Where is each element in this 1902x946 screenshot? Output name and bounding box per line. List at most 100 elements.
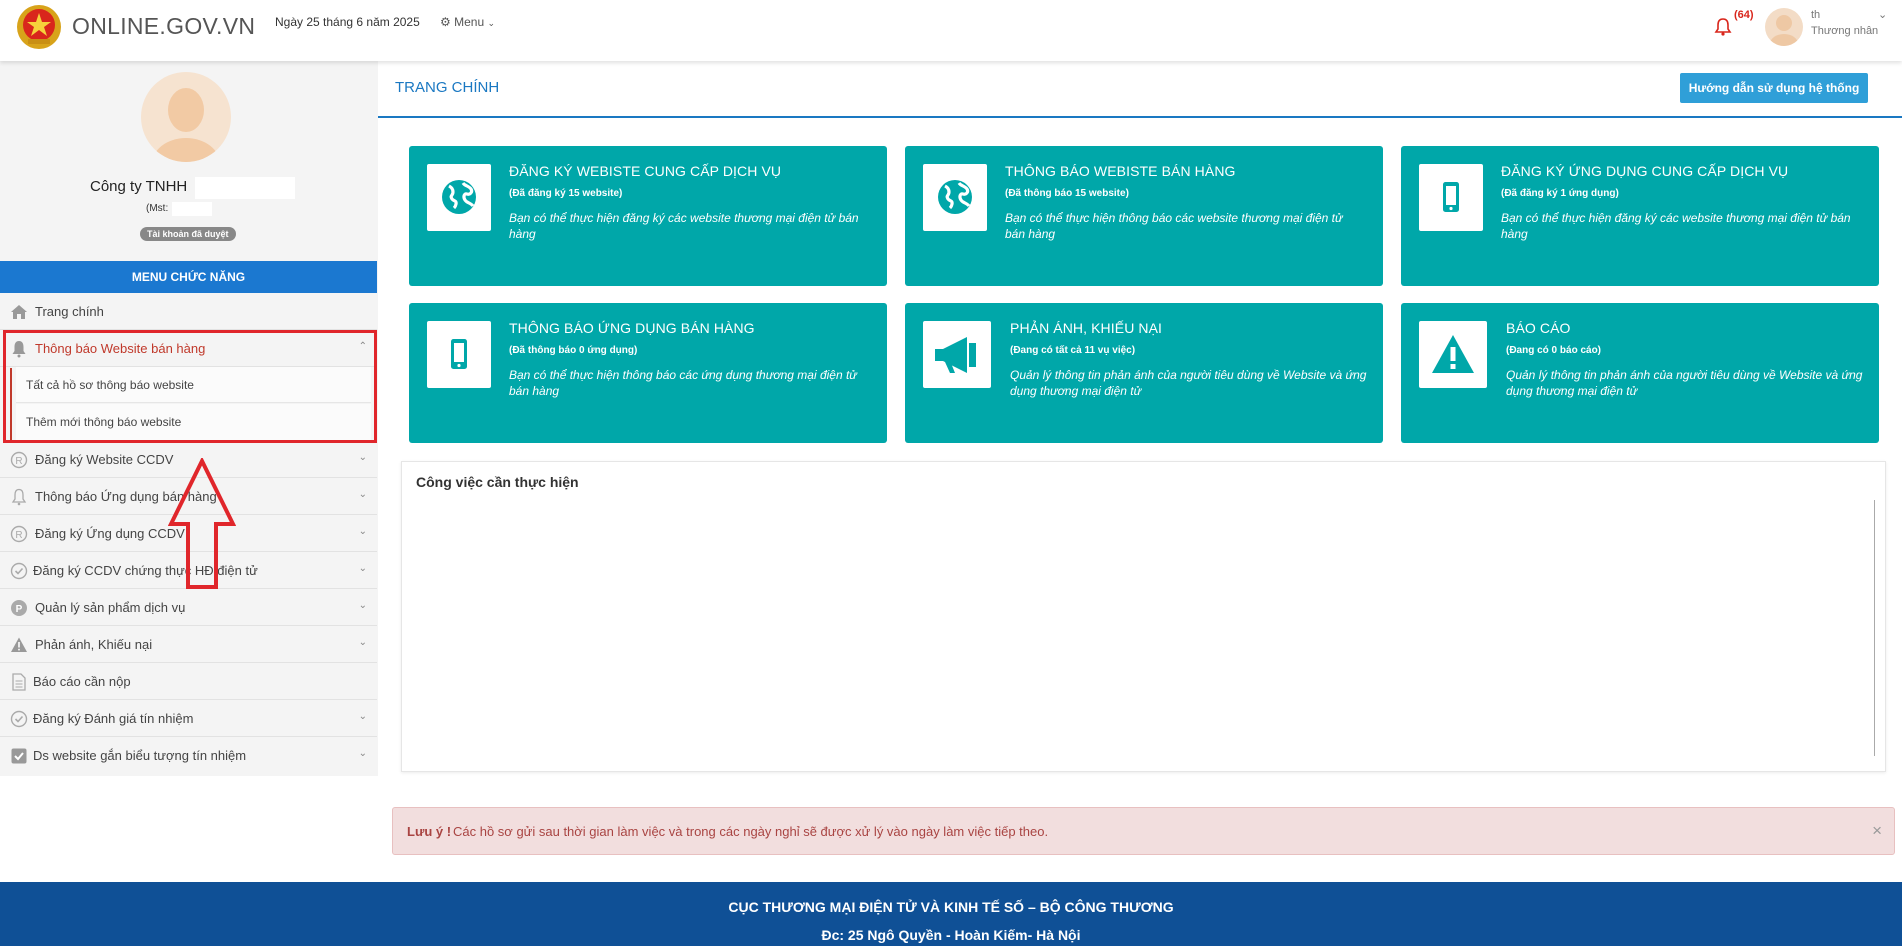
globe-icon <box>427 164 491 231</box>
card-register-website[interactable]: ĐĂNG KÝ WEBISTE CUNG CẤP DỊCH VỤ (Đã đăn… <box>409 146 887 286</box>
card-reports[interactable]: BÁO CÁO (Đang có 0 báo cáo) Quản lý thôn… <box>1401 303 1879 443</box>
top-header: ONLINE.GOV.VN Ngày 25 tháng 6 năm 2025 ⚙… <box>0 0 1902 61</box>
footer-address: Đc: 25 Ngô Quyền - Hoàn Kiếm- Hà Nội <box>821 927 1081 943</box>
chevron-down-icon: ⌄ <box>358 452 367 463</box>
tax-code-redaction <box>172 202 212 216</box>
current-date: Ngày 25 tháng 6 năm 2025 <box>275 15 420 29</box>
sidebar-item-label: Thông báo Ứng dụng bán hàng <box>35 489 217 504</box>
menu-label: Menu <box>454 15 485 29</box>
card-subtitle: (Đã đăng ký 15 website) <box>509 188 623 199</box>
company-name: Công ty TNHH <box>90 178 188 195</box>
tasks-scrollbar[interactable] <box>1874 500 1875 756</box>
megaphone-icon <box>923 321 991 388</box>
notice-alert: Lưu ý ! Các hồ sơ gửi sau thời gian làm … <box>392 807 1895 855</box>
card-title: THÔNG BÁO ỨNG DỤNG BÁN HÀNG <box>509 320 755 336</box>
submenu-indicator <box>10 368 12 441</box>
sidebar-subitem-all-notices[interactable]: Tất cả hồ sơ thông báo website <box>16 367 371 403</box>
tasks-panel: Công việc cần thực hiện <box>401 461 1886 772</box>
check-circle-icon <box>10 562 28 580</box>
page-title: TRANG CHÍNH <box>395 79 500 96</box>
bell-outline-icon <box>11 488 27 506</box>
user-role: Thương nhân <box>1811 25 1879 37</box>
chevron-down-icon: ⌄ <box>358 637 367 648</box>
svg-text:R: R <box>15 456 22 467</box>
sidebar-item-label: Đăng ký CCDV chứng thực HĐ điện tử <box>33 563 258 578</box>
sidebar-subitem-label: Thêm mới thông báo website <box>26 415 182 429</box>
menu-dropdown[interactable]: ⚙ Menu ⌄ <box>440 15 495 29</box>
card-title: THÔNG BÁO WEBISTE BÁN HÀNG <box>1005 163 1236 179</box>
card-description: Bạn có thể thực hiện đăng ký các website… <box>1501 211 1851 241</box>
card-app-notice[interactable]: THÔNG BÁO ỨNG DỤNG BÁN HÀNG (Đã thông bá… <box>409 303 887 443</box>
chevron-down-icon: ⌄ <box>358 563 367 574</box>
title-divider <box>378 116 1902 118</box>
card-subtitle: (Đã thông báo 0 ứng dụng) <box>509 345 638 356</box>
sidebar-subitem-add-notice[interactable]: Thêm mới thông báo website <box>16 404 371 440</box>
alert-text: Các hồ sơ gửi sau thời gian làm việc và … <box>453 824 1049 839</box>
sidebar-item-label: Phản ánh, Khiếu nại <box>35 637 153 652</box>
svg-text:P: P <box>16 604 23 615</box>
sidebar-item-reports[interactable]: Báo cáo cần nộp <box>0 663 377 700</box>
card-description: Bạn có thể thực hiện đăng ký các website… <box>509 211 859 241</box>
document-icon <box>12 673 26 691</box>
chevron-down-icon: ⌄ <box>358 489 367 500</box>
company-name-redaction <box>195 177 295 199</box>
footer: CỤC THƯƠNG MẠI ĐIỆN TỬ VÀ KINH TẾ SỐ – B… <box>0 882 1902 946</box>
card-subtitle: (Đã đăng ký 1 ứng dụng) <box>1501 188 1619 199</box>
card-title: PHẢN ÁNH, KHIẾU NẠI <box>1010 320 1163 336</box>
alert-label: Lưu ý ! <box>407 824 452 839</box>
chevron-down-icon: ⌄ <box>358 600 367 611</box>
sidebar-item-home[interactable]: Trang chính <box>0 293 377 330</box>
chevron-down-icon: ⌄ <box>487 18 496 28</box>
notification-bell-icon[interactable] <box>1713 17 1733 37</box>
registered-icon: R <box>10 525 28 543</box>
sidebar-subitem-label: Tất cả hồ sơ thông báo website <box>26 378 194 392</box>
card-complaints[interactable]: PHẢN ÁNH, KHIẾU NẠI (Đang có tất cả 11 v… <box>905 303 1383 443</box>
sidebar-item-products[interactable]: P Quản lý sản phẩm dịch vụ ⌄ <box>0 589 377 626</box>
sidebar-item-trust-rating[interactable]: Đăng ký Đánh giá tín nhiệm ⌄ <box>0 700 377 737</box>
sidebar-item-trust-badge-list[interactable]: Ds website gắn biểu tượng tín nhiệm ⌄ <box>0 737 377 774</box>
card-description: Quản lý thông tin phản ánh của người tiê… <box>1010 368 1367 398</box>
status-badge: Tài khoản đã duyệt <box>140 227 236 241</box>
sidebar-item-label: Đăng ký Website CCDV <box>35 452 174 467</box>
profile-avatar <box>141 72 231 162</box>
menu-header: MENU CHỨC NĂNG <box>0 261 377 293</box>
chevron-down-icon: ⌄ <box>358 748 367 759</box>
card-website-notice[interactable]: THÔNG BÁO WEBISTE BÁN HÀNG (Đã thông báo… <box>905 146 1383 286</box>
warning-icon <box>1419 321 1487 388</box>
chevron-down-icon: ⌄ <box>358 526 367 537</box>
card-description: Quản lý thông tin phản ánh của người tiê… <box>1506 368 1863 398</box>
registered-icon: R <box>10 451 28 469</box>
sidebar-item-app-notice[interactable]: Thông báo Ứng dụng bán hàng ⌄ <box>0 478 377 515</box>
card-subtitle: (Đã thông báo 15 website) <box>1005 188 1129 199</box>
user-avatar[interactable] <box>1765 8 1803 46</box>
user-guide-button[interactable]: Hướng dẫn sử dụng hệ thống <box>1680 73 1868 103</box>
sidebar-item-label: Quản lý sản phẩm dịch vụ <box>35 600 186 615</box>
mobile-icon <box>1419 164 1483 231</box>
sidebar-item-register-app[interactable]: R Đăng ký Ứng dụng CCDV ⌄ <box>0 515 377 552</box>
tax-code: (Mst: <box>146 203 169 214</box>
chevron-down-icon[interactable]: ⌄ <box>1878 8 1887 21</box>
site-brand[interactable]: ONLINE.GOV.VN <box>72 13 255 40</box>
sidebar-item-label: Đăng ký Đánh giá tín nhiệm <box>33 711 194 726</box>
chevron-down-icon: ⌄ <box>358 711 367 722</box>
sidebar-item-einvoice[interactable]: Đăng ký CCDV chứng thực HĐ điện tử ⌄ <box>0 552 377 589</box>
notification-count[interactable]: (64) <box>1734 9 1754 21</box>
national-emblem-logo[interactable] <box>14 2 64 52</box>
sidebar-item-label: Đăng ký Ứng dụng CCDV <box>35 526 185 541</box>
warning-icon <box>11 637 27 652</box>
sidebar-item-label: Thông báo Website bán hàng <box>35 341 206 356</box>
footer-org: CỤC THƯƠNG MẠI ĐIỆN TỬ VÀ KINH TẾ SỐ – B… <box>728 899 1174 915</box>
card-title: ĐĂNG KÝ WEBISTE CUNG CẤP DỊCH VỤ <box>509 163 782 179</box>
tasks-title: Công việc cần thực hiện <box>416 474 579 490</box>
sidebar-item-register-website[interactable]: R Đăng ký Website CCDV ⌄ <box>0 441 377 478</box>
sidebar-item-label: Trang chính <box>35 304 104 319</box>
user-name[interactable]: th <box>1811 9 1820 21</box>
card-description: Bạn có thể thực hiện thông báo các ứng d… <box>509 368 857 398</box>
sidebar-item-website-notice[interactable]: Thông báo Website bán hàng ⌃ <box>0 330 377 367</box>
checkbox-icon <box>11 748 27 764</box>
bell-icon <box>12 341 26 358</box>
sidebar-item-complaints[interactable]: Phản ánh, Khiếu nại ⌄ <box>0 626 377 663</box>
card-register-app[interactable]: ĐĂNG KÝ ỨNG DỤNG CUNG CẤP DỊCH VỤ (Đã đă… <box>1401 146 1879 286</box>
home-icon <box>11 305 27 319</box>
close-icon[interactable]: × <box>1872 821 1882 841</box>
